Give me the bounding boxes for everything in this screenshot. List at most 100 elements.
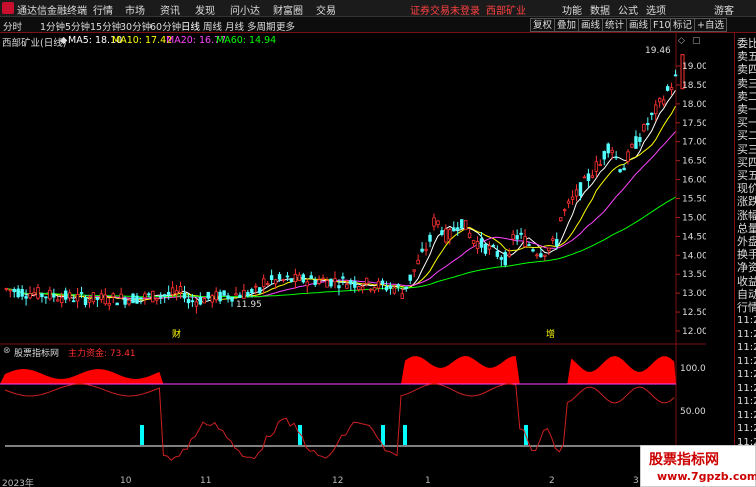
login-notice[interactable]: 证券交易未登录 [410,2,480,17]
price-label: 12.50 [682,308,706,318]
menu-data[interactable]: 数据 [590,2,610,17]
candle-body [380,280,385,285]
candle-body [269,275,274,280]
candle-body [642,124,646,132]
candle-body [345,284,349,289]
period-multi[interactable]: 多周期 [247,19,276,33]
menu-market[interactable]: 市场 [125,2,145,17]
period-toolbar: 分时 1分钟 5分钟 15分钟 30分钟 60分钟 日线 周线 月线 多周期 更… [0,17,756,33]
menu-wealth[interactable]: 财富圈 [273,2,303,17]
diamond-icon[interactable]: ◇ [678,36,685,46]
app-title: 通达信金融终端 [17,6,87,17]
candle-body [408,274,412,281]
candle-body [570,196,575,200]
candle-body [214,291,218,301]
btn-adjust[interactable]: 复权 [530,18,556,32]
user-guest[interactable]: 游客 [714,2,734,17]
candle-body [317,279,321,284]
candle-body [646,123,650,126]
btn-add-favorite[interactable]: +自选 [694,18,727,32]
candle-body [139,297,143,300]
candle-body [507,253,511,257]
candle-body [357,286,361,290]
candle-body [444,228,448,243]
period-monthly[interactable]: 月线 [225,19,244,33]
ma-line [6,105,676,301]
increase-marker[interactable]: 增 [546,327,555,340]
price-label: 14.50 [682,232,706,242]
btn-line[interactable]: 画线 [626,18,652,32]
period-60min[interactable]: 60分钟 [150,19,181,33]
high-price-mark: 19.46 [645,46,671,56]
candle-body [467,232,472,239]
menu-trade[interactable]: 交易 [316,2,336,17]
candle-body [598,164,602,166]
settings-icon[interactable]: ◆ [60,35,67,46]
price-label: 13.50 [682,270,706,280]
candle-body [277,274,282,280]
menu-formula[interactable]: 公式 [618,2,638,17]
candle-body [364,277,369,285]
menu-quotes[interactable]: 行情 [93,2,113,17]
candle-body [475,241,480,250]
finance-marker[interactable]: 财 [172,327,181,340]
candle-body [432,217,436,227]
btn-stats[interactable]: 统计 [602,18,628,32]
candle-body [127,299,131,305]
candle-body [67,292,72,299]
candle-body [16,288,20,298]
candle-body [174,290,179,294]
price-label: 13.00 [682,289,706,299]
indicator-close-icon[interactable]: ⊗ [3,346,11,356]
candle-body [166,291,171,295]
candle-body [368,288,373,291]
period-more[interactable]: 更多 [276,19,295,33]
candle-body [582,176,587,179]
candle-body [71,300,76,303]
btn-draw[interactable]: 画线 [578,18,604,32]
period-30min[interactable]: 30分钟 [120,19,151,33]
menu-options[interactable]: 选项 [646,2,666,17]
period-15min[interactable]: 15分钟 [90,19,121,33]
btn-mark[interactable]: 标记 [670,18,696,32]
side-item[interactable]: 行情 [737,299,756,315]
menu-assistant[interactable]: 问小达 [230,2,260,17]
btn-overlay[interactable]: 叠加 [554,18,580,32]
period-daily[interactable]: 日线 [181,19,200,33]
period-intraday[interactable]: 分时 [3,19,22,33]
candlestick-chart[interactable]: 19.00 18.50 18.00 17.50 17.00 16.50 16.00 15.50… [0,33,706,345]
candle-body [83,297,88,306]
period-5min[interactable]: 5分钟 [65,19,90,33]
candle-body [491,244,496,247]
candle-body [586,173,591,182]
candle-body [301,274,305,283]
candle-body [258,287,262,294]
menu-function[interactable]: 功能 [562,2,582,17]
candle-body [527,244,531,246]
candle-body [162,294,167,297]
candle-body [95,297,100,300]
candle-body [602,151,606,160]
candle-body [40,293,44,298]
period-weekly[interactable]: 周线 [203,19,222,33]
candle-body [626,151,630,162]
expand-icon[interactable]: ▢ [692,36,701,46]
candle-body [36,287,40,299]
candle-body [618,169,622,173]
candle-body [562,209,567,212]
candle-body [281,279,286,281]
candle-body [531,249,535,252]
menu-news[interactable]: 资讯 [160,2,180,17]
candle-body [115,302,119,306]
candle-body [503,251,507,266]
candle-body [44,296,48,299]
candle-body [123,298,127,305]
period-1min[interactable]: 1分钟 [40,19,65,33]
candle-body [313,280,317,285]
indicator-panel[interactable]: ⊗ 股票指标网 主力资金: 73.41 100.0 50.00 [0,345,706,477]
candle-body [574,189,579,197]
candle-body [261,278,266,288]
candle-body [297,274,302,281]
candle-body [669,87,674,91]
menu-discover[interactable]: 发现 [195,2,215,17]
